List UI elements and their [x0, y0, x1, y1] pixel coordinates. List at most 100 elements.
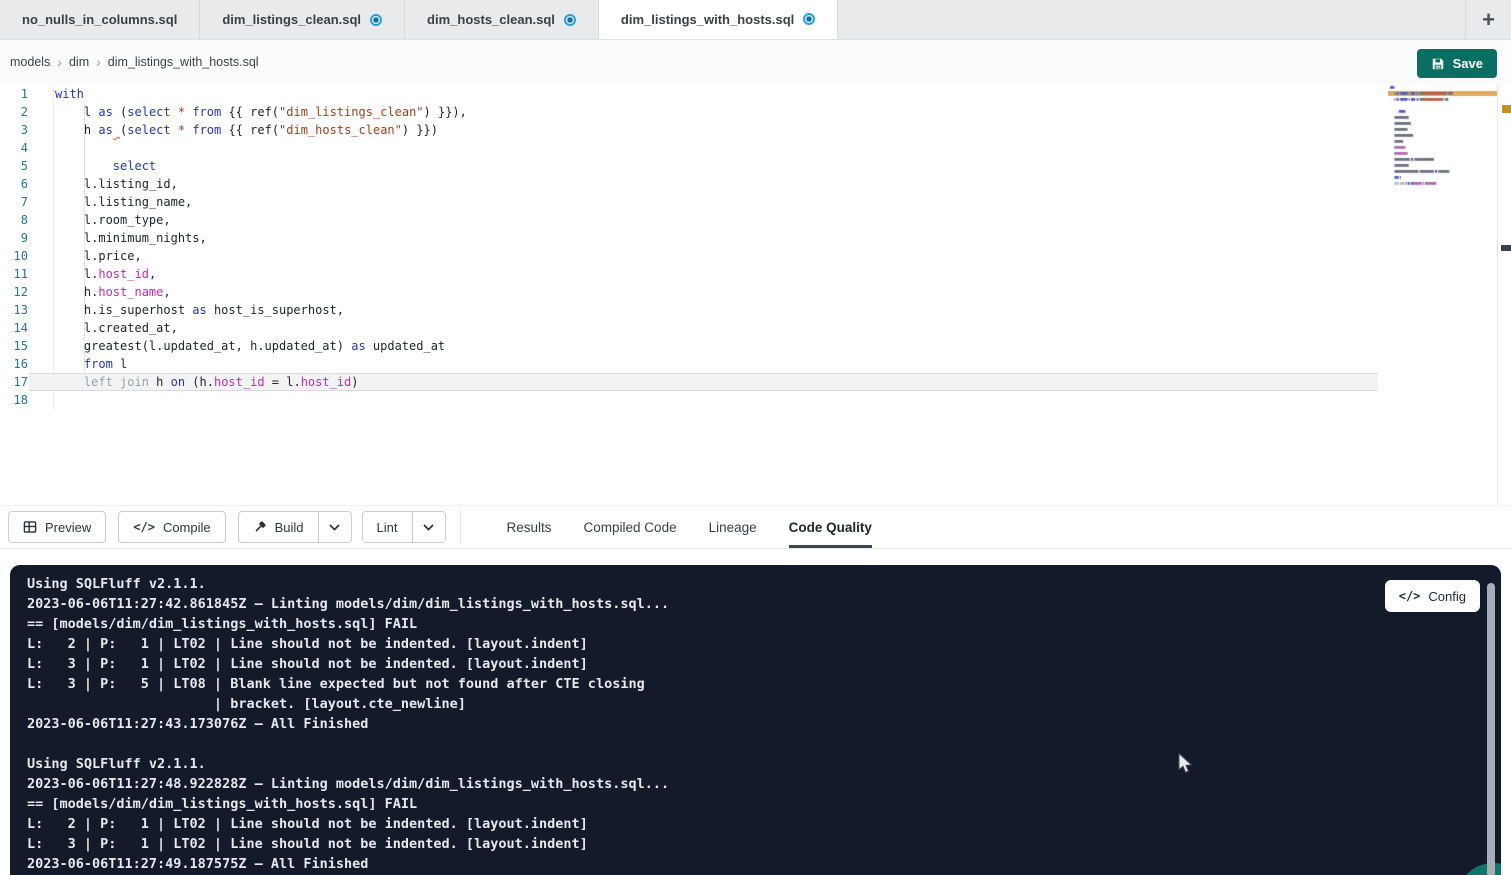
code-line: from l — [55, 355, 467, 373]
breadcrumb-item[interactable]: models — [10, 55, 50, 69]
line-number: 12 — [0, 283, 28, 301]
line-number: 6 — [0, 175, 28, 193]
code-line: greatest(l.updated_at, h.updated_at) as … — [55, 337, 467, 355]
sql-code-editor[interactable]: 123456789101112131415161718 with l as (s… — [0, 84, 1511, 505]
editor-tab[interactable]: dim_listings_clean.sql — [200, 0, 405, 39]
line-number: 7 — [0, 193, 28, 211]
panel-tab-results[interactable]: Results — [507, 506, 552, 548]
new-tab-button[interactable]: + — [1465, 0, 1511, 40]
code-line: l.minimum_nights, — [55, 229, 467, 247]
result-panel-tabs: Results Compiled Code Lineage Code Quality — [507, 506, 872, 548]
editor-tab[interactable]: dim_listings_with_hosts.sql — [599, 0, 838, 39]
code-line — [55, 139, 467, 157]
lint-dropdown-button[interactable] — [412, 511, 446, 543]
minimap[interactable] — [1388, 84, 1497, 200]
config-label: Config — [1428, 589, 1466, 604]
save-floppy-icon — [1431, 57, 1445, 71]
lint-output-terminal: Using SQLFluff v2.1.1. 2023-06-06T11:27:… — [10, 565, 1501, 875]
code-text: with l as (select * from {{ ref("dim_lis… — [55, 85, 467, 409]
line-number: 9 — [0, 229, 28, 247]
code-line: l.listing_name, — [55, 193, 467, 211]
line-number: 18 — [0, 391, 28, 409]
code-line: l as (select * from {{ ref("dim_listings… — [55, 103, 467, 121]
breadcrumb-item[interactable]: dim — [69, 55, 89, 69]
line-number: 2 — [0, 103, 28, 121]
compile-button[interactable]: </> Compile — [118, 511, 225, 543]
plus-icon: + — [1482, 7, 1495, 33]
unsaved-changes-icon — [370, 14, 382, 26]
code-line: h.host_name, — [55, 283, 467, 301]
breadcrumb: models › dim › dim_listings_with_hosts.sql — [10, 40, 259, 84]
code-brackets-icon: </> — [133, 520, 155, 534]
save-button-label: Save — [1453, 56, 1483, 71]
code-line: left join h on (h.host_id = l.host_id) — [55, 373, 467, 391]
build-hammer-icon — [253, 520, 267, 534]
code-line: l.room_type, — [55, 211, 467, 229]
lint-split-button: Lint — [362, 511, 446, 543]
breadcrumb-separator-icon: › — [96, 54, 101, 70]
chevron-down-icon — [423, 524, 434, 531]
code-line: l.listing_id, — [55, 175, 467, 193]
code-line — [55, 391, 467, 409]
lint-label: Lint — [377, 520, 398, 535]
code-line: l.price, — [55, 247, 467, 265]
editor-right-border — [1497, 84, 1498, 505]
line-number: 5 — [0, 157, 28, 175]
tab-filename: dim_hosts_clean.sql — [427, 12, 555, 27]
line-number-gutter: 123456789101112131415161718 — [0, 85, 28, 409]
overview-ruler-position-marker[interactable] — [1501, 245, 1511, 251]
panel-tab-compiled-code[interactable]: Compiled Code — [584, 506, 677, 548]
code-line: select — [55, 157, 467, 175]
toolbar-divider — [460, 510, 461, 544]
tab-filename: dim_listings_clean.sql — [222, 12, 361, 27]
file-header-row: models › dim › dim_listings_with_hosts.sql S… — [0, 40, 1511, 84]
line-number: 4 — [0, 139, 28, 157]
code-brackets-icon: </> — [1399, 589, 1421, 603]
build-label: Build — [275, 520, 304, 535]
chevron-down-icon — [329, 524, 340, 531]
tab-filename: dim_listings_with_hosts.sql — [621, 12, 794, 27]
action-toolbar: Preview </> Compile Build — [0, 505, 1511, 549]
lint-button[interactable]: Lint — [362, 511, 412, 543]
preview-button[interactable]: Preview — [8, 511, 106, 543]
code-line: with — [55, 85, 467, 103]
breadcrumb-separator-icon: › — [57, 54, 62, 70]
editor-tab[interactable]: no_nulls_in_columns.sql — [0, 0, 200, 39]
breadcrumb-item[interactable]: dim_listings_with_hosts.sql — [108, 55, 259, 69]
line-number: 14 — [0, 319, 28, 337]
terminal-output-text: Using SQLFluff v2.1.1. 2023-06-06T11:27:… — [10, 565, 1501, 875]
line-number: 11 — [0, 265, 28, 283]
line-number: 10 — [0, 247, 28, 265]
open-file-tabs: no_nulls_in_columns.sql dim_listings_clea… — [0, 0, 838, 39]
build-dropdown-button[interactable] — [318, 511, 352, 543]
unsaved-changes-icon — [803, 13, 815, 25]
unsaved-changes-icon — [564, 14, 576, 26]
build-split-button: Build — [238, 511, 352, 543]
panel-tab-code-quality[interactable]: Code Quality — [789, 506, 872, 548]
dbt-cloud-ide-window: no_nulls_in_columns.sql dim_listings_clea… — [0, 0, 1511, 875]
preview-label: Preview — [45, 520, 91, 535]
panel-tab-lineage[interactable]: Lineage — [709, 506, 757, 548]
line-number: 1 — [0, 85, 28, 103]
code-line: h as (select * from {{ ref("dim_hosts_cl… — [55, 121, 467, 139]
lint-config-button[interactable]: </> Config — [1385, 580, 1480, 612]
line-number: 17 — [0, 373, 28, 391]
line-number: 15 — [0, 337, 28, 355]
line-number: 8 — [0, 211, 28, 229]
tab-filename: no_nulls_in_columns.sql — [22, 12, 177, 27]
line-number: 13 — [0, 301, 28, 319]
code-line: h.is_superhost as host_is_superhost, — [55, 301, 467, 319]
terminal-scrollbar-thumb[interactable] — [1487, 583, 1495, 875]
overview-ruler-warning-marker — [1502, 105, 1511, 113]
preview-grid-icon — [23, 520, 37, 534]
line-number: 16 — [0, 355, 28, 373]
compile-label: Compile — [163, 520, 211, 535]
editor-tab[interactable]: dim_hosts_clean.sql — [405, 0, 599, 39]
build-button[interactable]: Build — [238, 511, 318, 543]
code-line: l.created_at, — [55, 319, 467, 337]
gutter-border — [53, 84, 54, 410]
line-number: 3 — [0, 121, 28, 139]
code-line: l.host_id, — [55, 265, 467, 283]
save-button[interactable]: Save — [1417, 49, 1497, 78]
editor-tab-bar: no_nulls_in_columns.sql dim_listings_clea… — [0, 0, 1511, 40]
